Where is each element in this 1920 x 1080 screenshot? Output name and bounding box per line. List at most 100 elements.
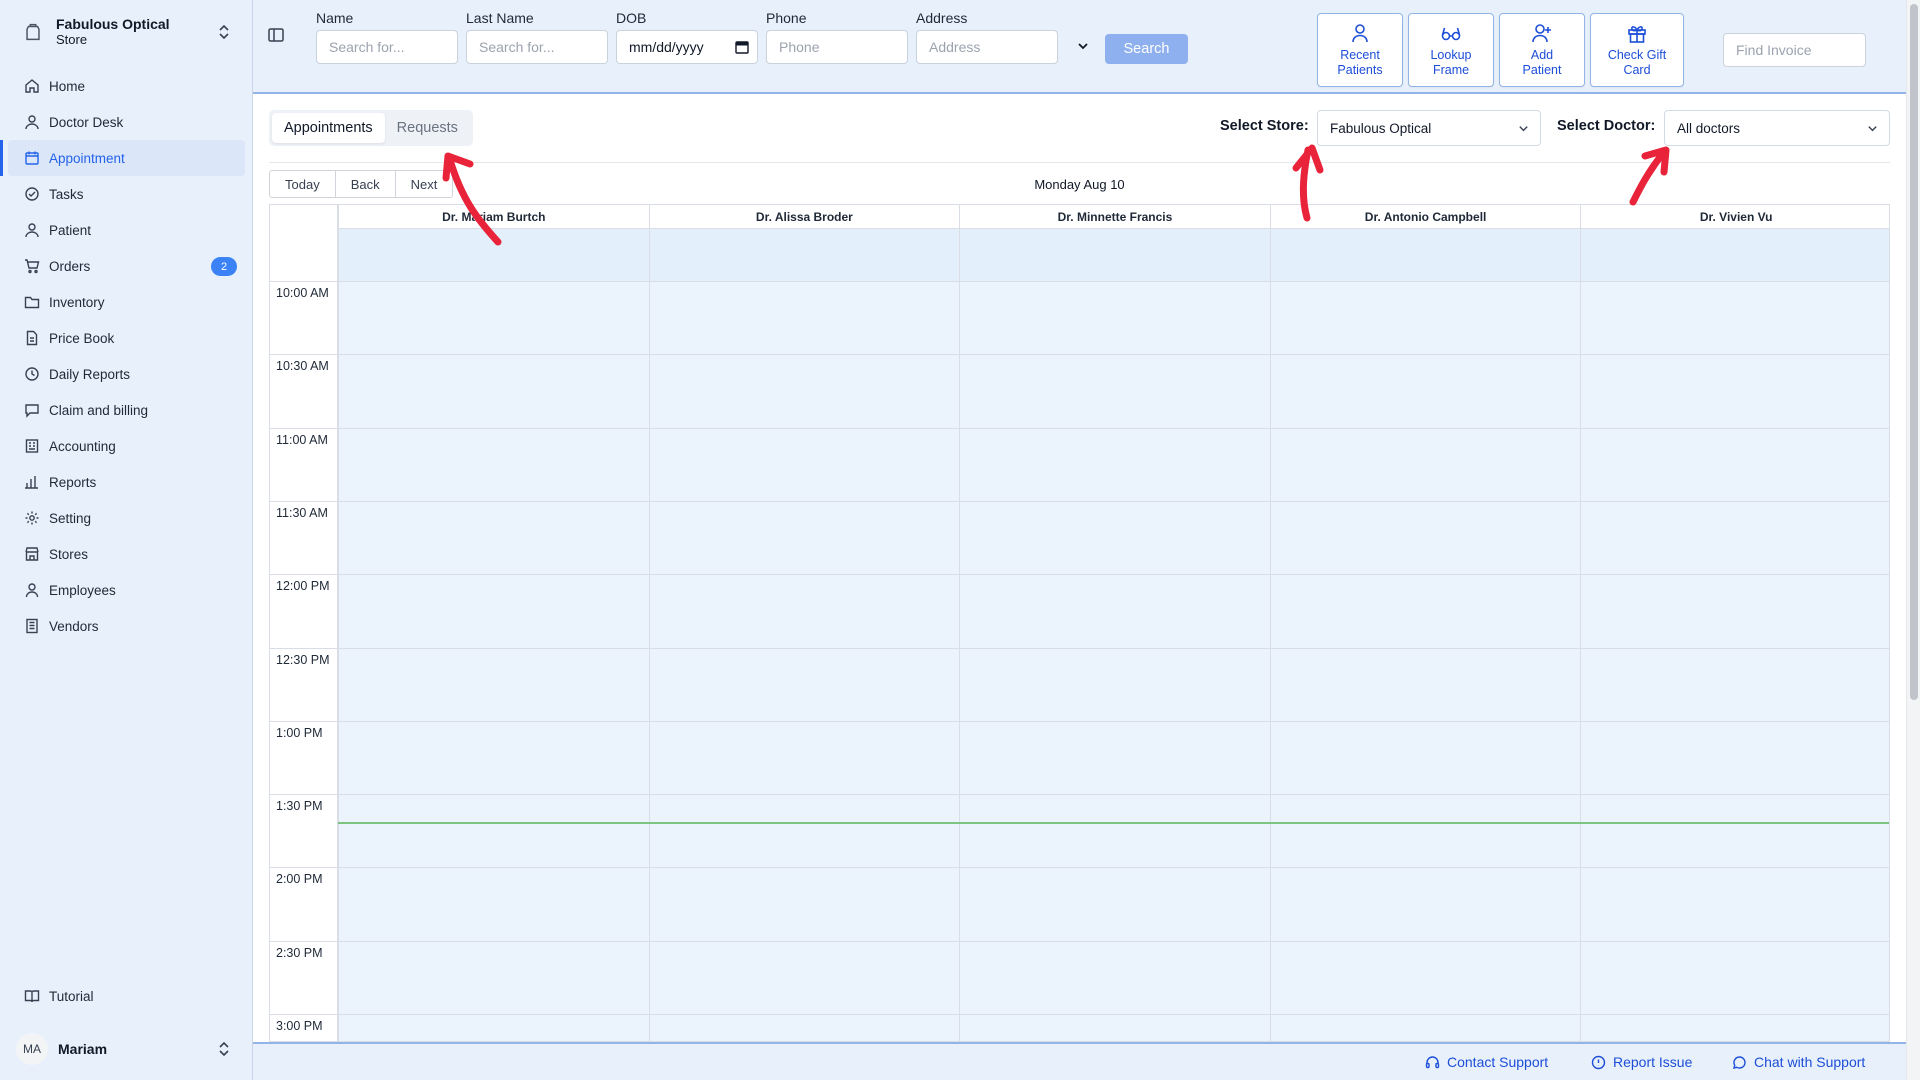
user-icon [25,583,39,598]
sidebar-item-label: Home [49,78,86,94]
all-day-cell[interactable] [338,229,649,281]
report-issue-label: Report Issue [1613,1054,1693,1070]
dob-value: mm/dd/yyyy [629,39,704,55]
check-gift-card-line2: Card [1623,63,1651,77]
time-slot-row: 1:00 PM [270,720,1889,794]
address-field: Address Address [916,10,1058,64]
recent-patients-button[interactable]: Recent Patients [1317,13,1403,87]
time-slot-label: 1:00 PM [276,725,323,740]
chevron-down-icon[interactable] [1075,38,1091,54]
sidebar-item-stores[interactable]: Stores [8,536,245,572]
tab-appointments[interactable]: Appointments [272,113,385,143]
time-slot-label: 10:00 AM [276,286,329,300]
lookup-frame-line1: Lookup [1430,48,1472,62]
sidebar-item-home[interactable]: Home [8,68,245,104]
report-issue-link[interactable]: Report Issue [1591,1054,1692,1070]
calendar-picker-icon[interactable] [735,40,749,54]
sidebar-item-appointment[interactable]: Appointment [0,140,245,176]
sidebar-item-label: Tasks [49,186,84,202]
time-slot-label: 11:30 AM [276,505,328,520]
view-tabs: Appointments Requests [269,110,473,146]
sidebar-item-tasks[interactable]: Tasks [8,176,245,212]
store-select[interactable]: Fabulous Optical [1317,110,1541,146]
sidebar-item-doctor-desk[interactable]: Doctor Desk [8,104,245,140]
name-input[interactable]: Search for... [316,30,458,64]
doctor-select-value: All doctors [1677,120,1741,136]
sidebar-item-orders[interactable]: Orders 2 [8,248,245,284]
time-slot-row: 2:00 PM [270,867,1889,940]
user-name: Mariam [58,1041,108,1057]
time-slot-label: 11:00 AM [276,432,328,447]
doctor-select[interactable]: All doctors [1664,110,1890,146]
add-patient-button[interactable]: Add Patient [1499,13,1585,87]
time-slot-label: 12:00 PM [276,579,330,594]
time-slot-label: 12:30 PM [276,652,330,667]
check-gift-card-button[interactable]: Check Gift Card [1590,13,1684,87]
time-slot-row: 12:00 PM [270,574,1889,647]
user-menu[interactable]: MA Mariam [16,1032,240,1066]
tab-requests[interactable]: Requests [385,113,470,143]
store-name: Fabulous Optical [56,16,170,32]
page-scrollbar[interactable] [1906,0,1920,1080]
search-button[interactable]: Search [1105,34,1188,64]
sidebar-item-label: Price Book [49,330,115,346]
phone-input[interactable]: Phone [766,30,908,64]
time-slot-label: 3:00 PM [276,1019,323,1033]
time-slot-label: 10:30 AM [276,359,329,374]
all-day-cell[interactable] [1269,229,1581,281]
sidebar-item-label: Patient [49,222,92,238]
sidebar-item-label: Orders [49,258,91,274]
calendar-toolbar: Monday Aug 10 Today Back Next [269,162,1890,198]
sidebar-item-inventory[interactable]: Inventory [8,284,245,320]
calendar-nav: Today Back Next [269,170,454,198]
doctor-column-header: Dr. Mariam Burtch [338,205,649,229]
dob-input[interactable]: mm/dd/yyyy [616,30,758,64]
chat-support-link[interactable]: Chat with Support [1732,1054,1865,1070]
contact-support-link[interactable]: Contact Support [1425,1054,1548,1070]
sidebar-item-reports[interactable]: Reports [8,464,245,500]
today-button[interactable]: Today [269,170,336,198]
calendar-date-text: Monday Aug 10 [1034,177,1125,192]
sidebar-item-accounting[interactable]: Accounting [8,428,245,464]
time-slot-row: 11:00 AM [270,427,1889,501]
all-day-row [338,229,1889,281]
sidebar-nav: Home Doctor Desk Appointment Tasks Patie… [0,68,253,644]
time-slot-row: 11:30 AM [270,500,1889,574]
home-icon [25,79,39,93]
all-day-cell[interactable] [959,229,1270,281]
sidebar-item-claim-billing[interactable]: Claim and billing [8,392,245,428]
sidebar-item-label: Doctor Desk [49,114,124,130]
top-bar: Name Search for... Last Name Search for.… [253,0,1906,94]
toggle-sidebar-icon[interactable] [267,26,285,44]
scrollbar-thumb[interactable] [1910,4,1918,700]
find-invoice-input[interactable]: Find Invoice [1723,33,1866,67]
dob-field: DOB mm/dd/yyyy [616,10,758,64]
address-input[interactable]: Address [916,30,1058,64]
lookup-frame-button[interactable]: Lookup Frame [1408,13,1494,87]
chevron-updown-icon [219,1041,229,1057]
appointment-main: Appointments Requests Select Store: Fabu… [253,94,1906,1042]
sidebar-item-price-book[interactable]: Price Book [8,320,245,356]
tutorial-link[interactable]: Tutorial [24,988,94,1004]
next-button[interactable]: Next [394,170,454,198]
calendar-date: Monday Aug 10 [269,177,1890,192]
last-name-input[interactable]: Search for... [466,30,608,64]
sidebar-item-label: Reports [49,474,97,490]
sidebar-item-vendors[interactable]: Vendors [8,608,245,644]
time-slot-row: 10:00 AM [270,281,1889,354]
back-button[interactable]: Back [334,170,396,198]
gear-icon [25,511,39,525]
check-circle-icon [25,187,39,201]
sidebar-item-label: Daily Reports [49,366,131,382]
book-icon [24,990,40,1003]
all-day-cell[interactable] [1580,229,1889,281]
sidebar-item-label: Appointment [49,150,125,166]
sidebar-item-employees[interactable]: Employees [8,572,245,608]
sidebar-item-patient[interactable]: Patient [8,212,245,248]
all-day-cell[interactable] [648,229,960,281]
store-switcher[interactable]: Fabulous Optical Store [14,10,240,54]
sidebar-item-daily-reports[interactable]: Daily Reports [8,356,245,392]
document-icon [26,330,38,346]
sidebar-item-setting[interactable]: Setting [8,500,245,536]
doctor-column-header: Dr. Vivien Vu [1580,205,1889,229]
